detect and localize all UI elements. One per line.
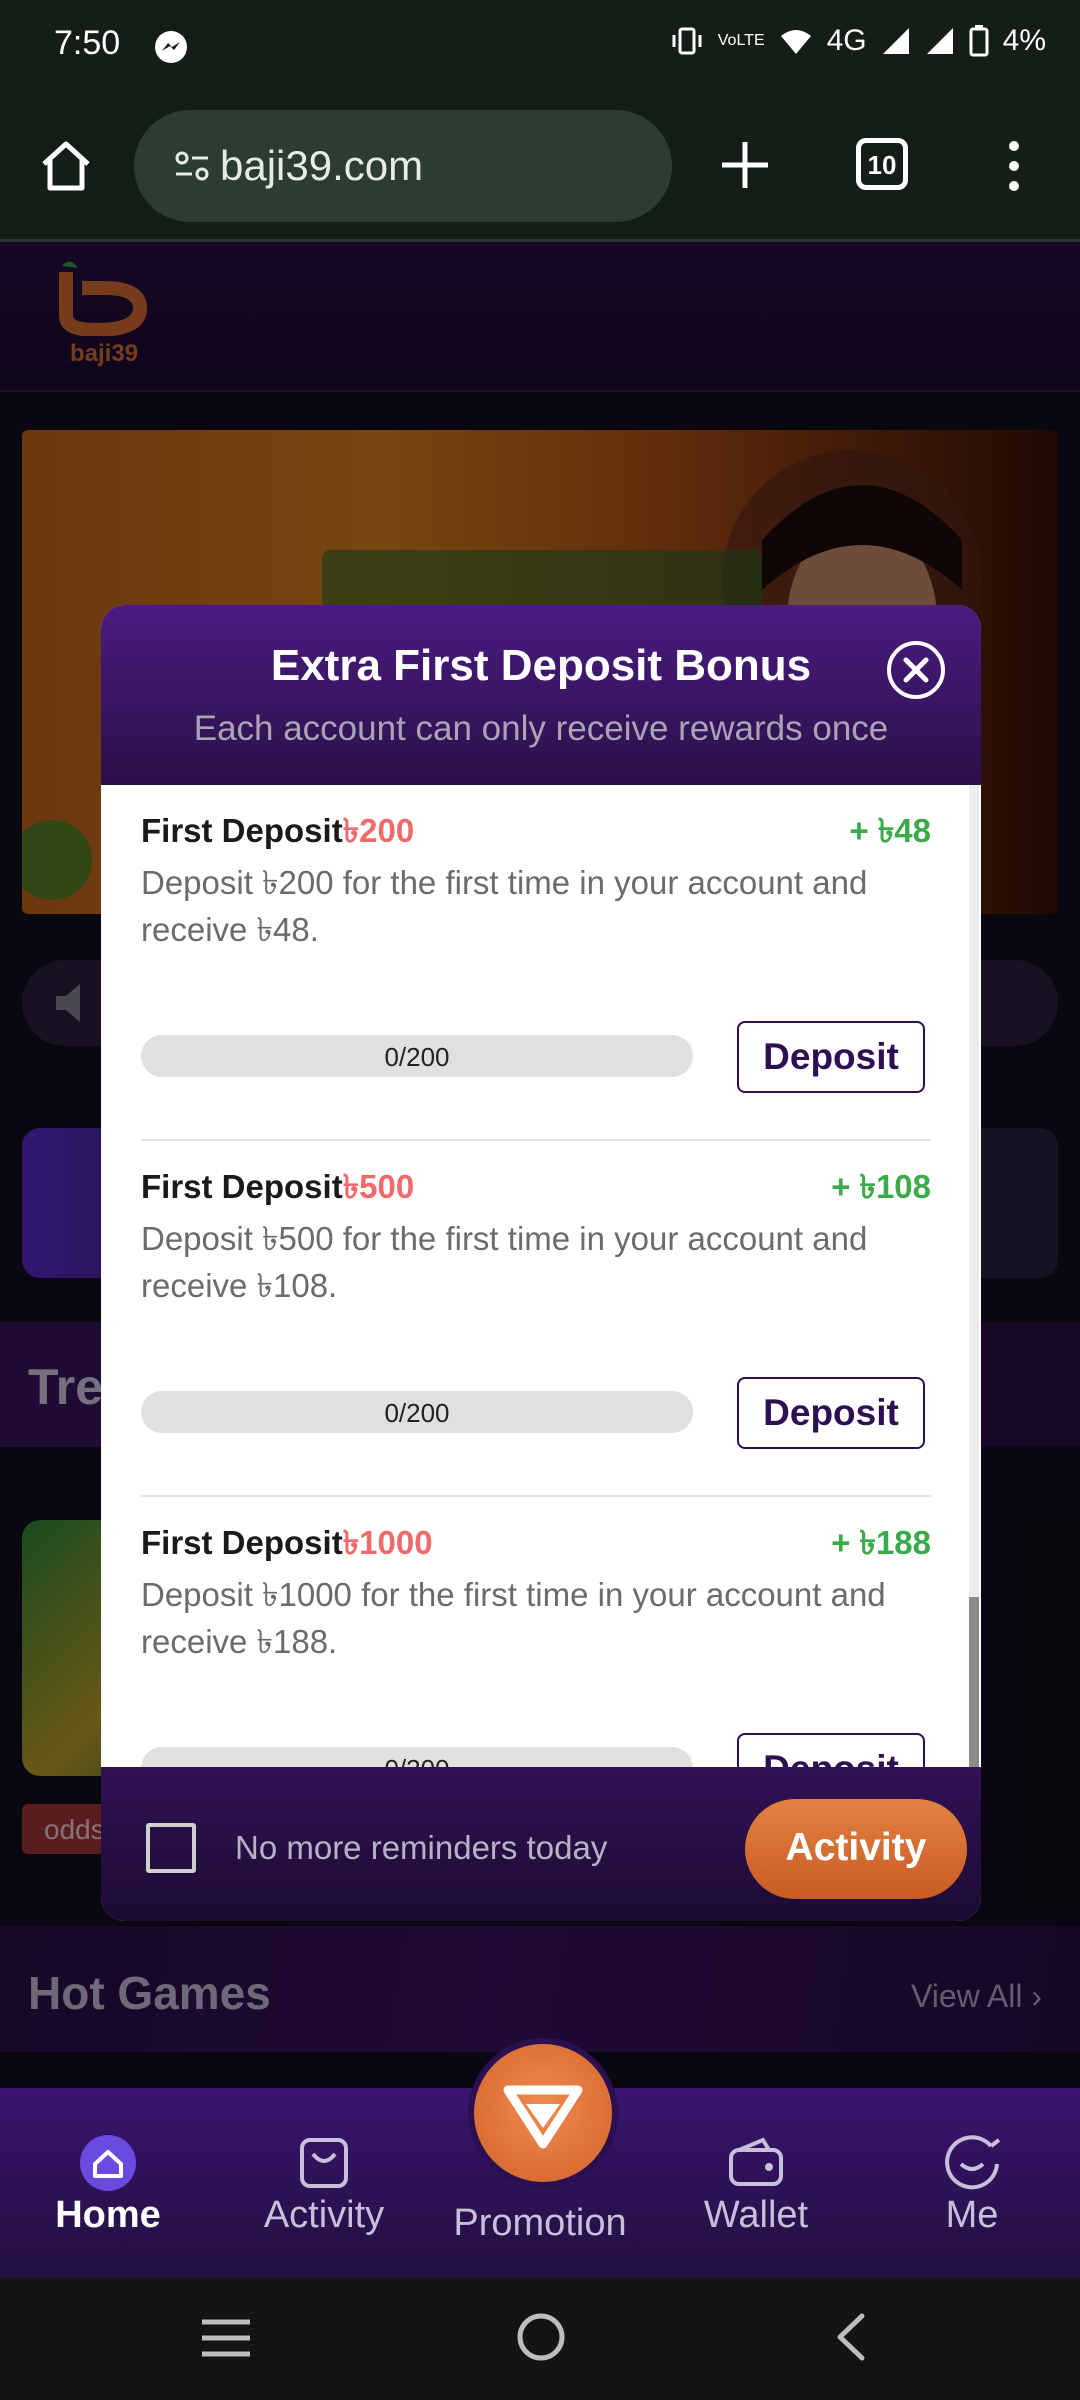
wallet-icon [725, 2134, 787, 2192]
deposit-button[interactable]: Deposit [737, 1377, 925, 1449]
wifi-icon [779, 26, 813, 56]
status-icons: VoLTE 4G 4% [670, 24, 1046, 58]
bonus-description: Deposit ৳500 for the first time in your … [141, 1220, 868, 1304]
site-settings-icon[interactable] [174, 148, 210, 184]
close-icon [903, 657, 929, 683]
new-tab-icon[interactable] [716, 136, 774, 194]
volte-icon: VoLTE [717, 32, 765, 49]
progress-bar: 0/200 [141, 1391, 693, 1433]
bonus-reward: + ৳188 [831, 1524, 931, 1561]
diamond-icon [503, 2085, 583, 2149]
bonus-reward: + ৳48 [849, 812, 931, 849]
bonus-title-prefix: First Deposit [141, 1168, 343, 1205]
home-icon[interactable] [36, 136, 96, 196]
tab-count: 10 [867, 150, 897, 180]
home-nav-icon[interactable] [516, 2312, 566, 2362]
status-time: 7:50 [54, 24, 121, 62]
bag-icon [293, 2134, 355, 2192]
bonus-deposit-amount: ৳1000 [342, 1524, 433, 1561]
url-text: baji39.com [220, 142, 424, 189]
tab-activity-label: Activity [263, 2194, 385, 2236]
progress-text: 0/200 [141, 1754, 693, 1767]
deposit-button[interactable]: Deposit [737, 1021, 925, 1093]
activity-button[interactable]: Activity [745, 1799, 967, 1899]
first-deposit-bonus-modal: Extra First Deposit Bonus Each account c… [101, 605, 981, 1921]
bonus-reward: + ৳108 [831, 1168, 931, 1205]
no-reminder-label[interactable]: No more reminders today [235, 1829, 607, 1867]
no-reminder-checkbox[interactable] [146, 1823, 196, 1873]
messenger-icon [154, 30, 188, 64]
tab-promotion-label: Promotion [453, 2202, 627, 2244]
tab-me[interactable]: Me [864, 2088, 1080, 2278]
system-nav-bar [0, 2278, 1080, 2400]
vibrate-icon [670, 26, 704, 56]
signal-icon-2 [925, 26, 955, 56]
tab-wallet[interactable]: Wallet [648, 2088, 864, 2278]
bonus-item-title: First Deposit৳500 [141, 1161, 414, 1217]
progress-bar: 0/200 [141, 1035, 693, 1077]
tab-me-label: Me [945, 2194, 999, 2236]
bonus-title-prefix: First Deposit [141, 1524, 343, 1561]
smile-icon [941, 2134, 1003, 2192]
modal-footer: No more reminders today Activity [101, 1767, 981, 1921]
promotion-button[interactable] [468, 2038, 618, 2188]
modal-title: Extra First Deposit Bonus [270, 641, 812, 690]
browser-toolbar: baji39.com 10 [0, 94, 1080, 242]
bonus-item-title: First Deposit৳1000 [141, 1517, 433, 1573]
scrollbar-thumb[interactable] [969, 1597, 979, 1767]
progress-text: 0/200 [384, 1398, 450, 1428]
progress-bar: 0/200 [141, 1747, 693, 1767]
recents-icon[interactable] [200, 2318, 252, 2358]
bonus-item-title: First Deposit৳200 [141, 805, 414, 861]
address-bar[interactable]: baji39.com [134, 110, 672, 222]
progress-text: 0/200 [384, 1042, 450, 1072]
close-button[interactable] [887, 641, 945, 699]
tab-activity[interactable]: Activity [216, 2088, 432, 2278]
home-icon [77, 2134, 139, 2192]
back-icon[interactable] [832, 2312, 868, 2362]
tab-switcher-button[interactable]: 10 [856, 138, 908, 190]
bonus-item: First Deposit৳1000 + ৳188 Deposit ৳1000 … [141, 1497, 931, 1767]
signal-icon [881, 26, 911, 56]
bonus-description: Deposit ৳1000 for the first time in your… [141, 1576, 886, 1660]
network-type: 4G [826, 24, 867, 57]
tab-wallet-label: Wallet [703, 2194, 809, 2236]
bonus-item: First Deposit৳200 + ৳48 Deposit ৳200 for… [141, 785, 931, 1141]
battery-level: 4% [1002, 24, 1046, 57]
bonus-title-prefix: First Deposit [141, 812, 343, 849]
battery-icon [969, 25, 989, 57]
status-bar: 7:50 VoLTE 4G 4% [0, 0, 1080, 94]
bonus-list[interactable]: First Deposit৳200 + ৳48 Deposit ৳200 for… [101, 785, 981, 1767]
deposit-button[interactable]: Deposit [737, 1733, 925, 1767]
bonus-description: Deposit ৳200 for the first time in your … [141, 864, 868, 948]
bonus-item: First Deposit৳500 + ৳108 Deposit ৳500 fo… [141, 1141, 931, 1497]
modal-header: Extra First Deposit Bonus Each account c… [101, 605, 981, 785]
modal-subtitle: Each account can only receive rewards on… [193, 709, 889, 748]
bonus-deposit-amount: ৳200 [342, 812, 415, 849]
tab-home[interactable]: Home [0, 2088, 216, 2278]
bonus-deposit-amount: ৳500 [342, 1168, 415, 1205]
tab-home-label: Home [55, 2194, 161, 2236]
more-options-icon[interactable] [1004, 140, 1024, 192]
